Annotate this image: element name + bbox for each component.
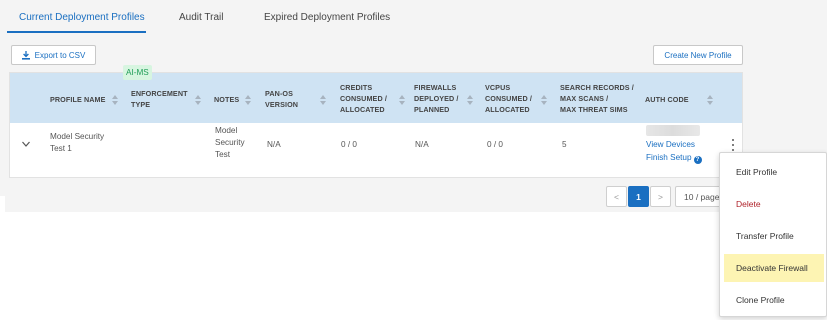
col-vcpus[interactable]: VCPUS CONSUMED / ALLOCATED: [485, 82, 532, 115]
create-new-profile-button[interactable]: Create New Profile: [653, 45, 743, 65]
sort-icon[interactable]: [195, 95, 201, 105]
pagination-page-1[interactable]: 1: [628, 186, 649, 207]
menu-item-deactivate-firewall[interactable]: Deactivate Firewall: [724, 254, 824, 282]
view-devices-link[interactable]: View Devices: [646, 139, 695, 151]
cell-panos-version: N/A: [267, 140, 281, 149]
tab-current-deployment-profiles[interactable]: Current Deployment Profiles: [19, 12, 145, 23]
export-csv-button[interactable]: Export to CSV: [11, 45, 96, 65]
cell-credits: 0 / 0: [341, 140, 357, 149]
kebab-menu-icon[interactable]: [729, 138, 737, 152]
col-notes[interactable]: NOTES: [214, 94, 239, 105]
menu-item-transfer-profile[interactable]: Transfer Profile: [724, 222, 824, 250]
sort-icon[interactable]: [399, 95, 405, 105]
download-icon: [21, 50, 30, 60]
tab-audit-trail[interactable]: Audit Trail: [179, 12, 223, 23]
chevron-down-icon[interactable]: [21, 139, 31, 149]
col-auth-code[interactable]: AUTH CODE: [645, 94, 689, 105]
cell-notes: Model Security Test: [215, 126, 245, 159]
sort-icon[interactable]: [541, 95, 547, 105]
pagination-next-button[interactable]: >: [650, 186, 671, 207]
col-panos-version[interactable]: PAN-OS VERSION: [265, 88, 298, 110]
row-actions-menu: Edit Profile Delete Transfer Profile Dea…: [719, 152, 827, 317]
tab-bar: Current Deployment Profiles Audit Trail …: [0, 0, 827, 34]
cell-profile-name: Model Security Test 1: [50, 132, 105, 153]
sort-icon[interactable]: [112, 95, 118, 105]
table-header: PROFILE NAME ENFORCEMENT TYPE NOTES PAN-O…: [10, 73, 742, 123]
active-tab-indicator: [7, 31, 146, 33]
finish-setup-link[interactable]: Finish Setup?: [646, 152, 702, 164]
menu-item-edit-profile[interactable]: Edit Profile: [724, 158, 824, 186]
export-csv-label: Export to CSV: [34, 50, 86, 60]
help-icon[interactable]: ?: [693, 156, 702, 164]
sort-icon[interactable]: [707, 95, 713, 105]
cell-vcpus: 0 / 0: [487, 140, 503, 149]
pagination-prev-button[interactable]: <: [606, 186, 627, 207]
panel-edge: [0, 196, 5, 212]
menu-item-clone-profile[interactable]: Clone Profile: [724, 286, 824, 314]
profiles-table: PROFILE NAME ENFORCEMENT TYPE NOTES PAN-O…: [9, 72, 743, 178]
col-credits[interactable]: CREDITS CONSUMED / ALLOCATED: [340, 82, 387, 115]
tab-expired-deployment-profiles[interactable]: Expired Deployment Profiles: [264, 12, 390, 23]
col-profile-name[interactable]: PROFILE NAME: [50, 94, 106, 105]
sort-icon[interactable]: [320, 95, 326, 105]
cell-firewalls: N/A: [415, 140, 429, 149]
sort-icon[interactable]: [245, 95, 251, 105]
auth-code-redacted: [646, 125, 700, 136]
menu-item-delete[interactable]: Delete: [724, 190, 824, 218]
sort-icon[interactable]: [467, 95, 473, 105]
col-firewalls[interactable]: FIREWALLS DEPLOYED / PLANNED: [414, 82, 459, 115]
col-enforcement-type[interactable]: ENFORCEMENT TYPE: [131, 88, 188, 110]
cell-search-records: 5: [562, 140, 567, 149]
enforcement-type-badge: AI-MS: [123, 65, 152, 80]
col-search-records[interactable]: SEARCH RECORDS / MAX SCANS / MAX THREAT SI…: [560, 82, 634, 115]
